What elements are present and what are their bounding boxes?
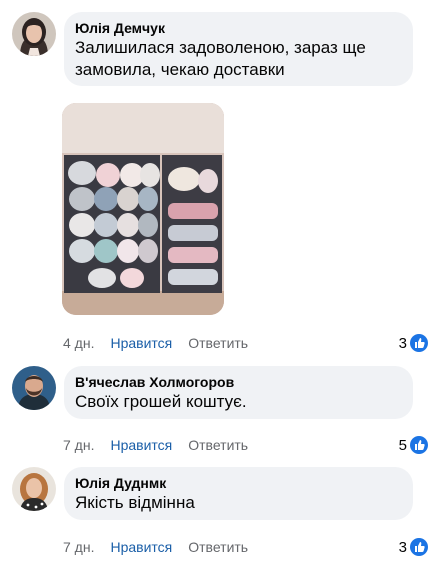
thumbs-up-icon [410,436,428,454]
thumbs-up-icon [410,334,428,352]
reaction-count: 5 [398,436,407,454]
comment-author[interactable]: Юлія Дуднмк [75,474,402,492]
thumbs-up-icon [410,538,428,556]
comment-time[interactable]: 7 дн. [63,537,94,557]
avatar-man-icon [12,366,56,410]
reaction-count: 3 [398,334,407,352]
comment-meta: 7 дн. Нравится Ответить [63,435,248,455]
like-link[interactable]: Нравится [110,435,172,455]
comment-text-line: Залишилася задоволеною, зараз ще [75,38,366,57]
like-link[interactable]: Нравится [110,333,172,353]
reply-link[interactable]: Ответить [188,537,248,557]
reactions-badge[interactable]: 3 [399,537,428,557]
reaction-count: 3 [398,538,407,556]
drawer-organizer-image [62,103,224,315]
comment-meta: 4 дн. Нравится Ответить [63,333,248,353]
comment-text-line: Якість відмінна [75,493,195,512]
comment-bubble: В'ячеслав Холмогоров Своїх грошей коштує… [64,366,413,419]
reply-link[interactable]: Ответить [188,333,248,353]
reactions-badge[interactable]: 3 [399,333,428,353]
avatar[interactable] [12,467,56,511]
comment-time[interactable]: 4 дн. [63,333,94,353]
like-link[interactable]: Нравится [110,537,172,557]
avatar-woman-icon [12,12,56,56]
comment-author[interactable]: В'ячеслав Холмогоров [75,373,402,391]
comment-time[interactable]: 7 дн. [63,435,94,455]
reactions-badge[interactable]: 5 [399,435,428,455]
comment-text-line: замовила, чекаю доставки [75,60,285,79]
comment-bubble: Юлія Демчук Залишилася задоволеною, зара… [64,12,413,86]
avatar-woman-icon [12,467,56,511]
comment-text-line: Своїх грошей коштує. [75,392,247,411]
reply-link[interactable]: Ответить [188,435,248,455]
comment-bubble: Юлія Дуднмк Якість відмінна [64,467,413,520]
avatar[interactable] [12,12,56,56]
comment-photo[interactable] [62,103,224,315]
comment-meta: 7 дн. Нравится Ответить [63,537,248,557]
comment-author[interactable]: Юлія Демчук [75,19,402,37]
avatar[interactable] [12,366,56,410]
